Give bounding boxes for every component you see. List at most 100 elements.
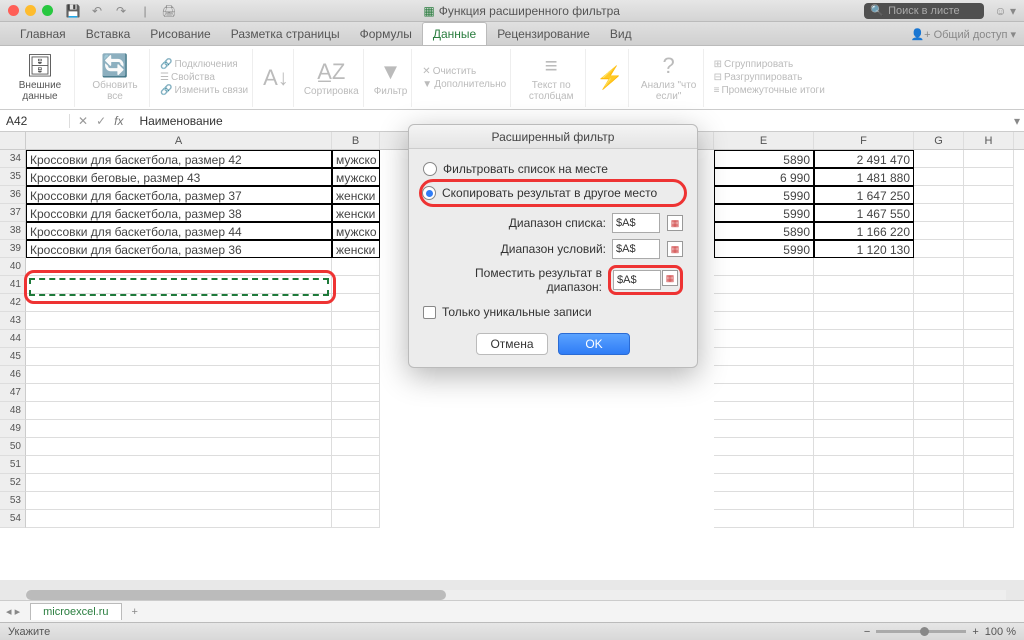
copy-to-input[interactable]: $A$: [613, 270, 661, 290]
tab-formulas[interactable]: Формулы: [350, 23, 422, 45]
tab-data[interactable]: Данные: [422, 22, 487, 45]
table-row[interactable]: 50: [0, 438, 1024, 456]
list-range-input[interactable]: $A$: [612, 213, 660, 233]
cell[interactable]: [914, 438, 964, 456]
cell[interactable]: женски: [332, 240, 380, 258]
horizontal-scrollbar[interactable]: [26, 590, 1006, 600]
fx-cancel-icon[interactable]: ✕: [78, 114, 88, 128]
feedback-icon[interactable]: ☺ ▾: [994, 4, 1016, 18]
cell[interactable]: 5890: [714, 222, 814, 240]
criteria-range-picker-icon[interactable]: ▦: [667, 241, 683, 257]
cell[interactable]: [814, 312, 914, 330]
col-A[interactable]: A: [26, 132, 332, 149]
add-sheet-button[interactable]: +: [126, 604, 144, 620]
subtotal-item[interactable]: ≡ Промежуточные итоги: [714, 85, 825, 96]
cell[interactable]: [714, 258, 814, 276]
cell[interactable]: [814, 492, 914, 510]
cell[interactable]: Кроссовки для баскетбола, размер 37: [26, 186, 332, 204]
zoom-out-icon[interactable]: −: [864, 626, 870, 638]
share-button[interactable]: 👤+ Общий доступ ▾: [910, 28, 1016, 45]
table-row[interactable]: 46: [0, 366, 1024, 384]
cell[interactable]: Кроссовки для баскетбола, размер 44: [26, 222, 332, 240]
cell[interactable]: [714, 438, 814, 456]
tab-view[interactable]: Вид: [600, 23, 642, 45]
cell[interactable]: [714, 384, 814, 402]
cell[interactable]: [814, 366, 914, 384]
tab-page-layout[interactable]: Разметка страницы: [221, 23, 350, 45]
cell[interactable]: [714, 474, 814, 492]
cell[interactable]: [964, 366, 1014, 384]
cell[interactable]: [814, 456, 914, 474]
cell[interactable]: [714, 420, 814, 438]
cell[interactable]: [814, 258, 914, 276]
cell[interactable]: [914, 258, 964, 276]
cell[interactable]: [964, 186, 1014, 204]
cell[interactable]: мужско: [332, 222, 380, 240]
cell[interactable]: [964, 222, 1014, 240]
ribbon-sort-btn1[interactable]: A↓: [259, 49, 294, 107]
cell[interactable]: [964, 438, 1014, 456]
cell[interactable]: [332, 330, 380, 348]
radio-filter-inplace[interactable]: Фильтровать список на месте: [423, 162, 683, 176]
cell[interactable]: [964, 204, 1014, 222]
cell[interactable]: [914, 330, 964, 348]
cell[interactable]: [26, 474, 332, 492]
cell[interactable]: 5990: [714, 204, 814, 222]
cell[interactable]: [964, 150, 1014, 168]
cell[interactable]: женски: [332, 186, 380, 204]
tab-review[interactable]: Рецензирование: [487, 23, 600, 45]
cell[interactable]: 1 120 130: [814, 240, 914, 258]
group-item[interactable]: ⊞ Сгруппировать: [714, 59, 794, 70]
cell[interactable]: 5990: [714, 186, 814, 204]
col-F[interactable]: F: [814, 132, 914, 149]
row-header[interactable]: 36: [0, 186, 26, 204]
cell[interactable]: [26, 348, 332, 366]
cell[interactable]: [914, 240, 964, 258]
cell[interactable]: [714, 348, 814, 366]
row-header[interactable]: 39: [0, 240, 26, 258]
cell[interactable]: [914, 276, 964, 294]
cell[interactable]: [714, 276, 814, 294]
cell[interactable]: [332, 492, 380, 510]
cell[interactable]: [914, 294, 964, 312]
cell[interactable]: 5990: [714, 240, 814, 258]
formula-expand-icon[interactable]: ▾: [1010, 114, 1024, 128]
cell[interactable]: [26, 456, 332, 474]
sheet-nav[interactable]: ◂ ▸: [0, 605, 26, 618]
row-header[interactable]: 44: [0, 330, 26, 348]
ribbon-data-tools[interactable]: ⚡: [592, 49, 628, 107]
table-row[interactable]: 53: [0, 492, 1024, 510]
cell[interactable]: [964, 384, 1014, 402]
row-header[interactable]: 35: [0, 168, 26, 186]
cell[interactable]: [914, 492, 964, 510]
cell[interactable]: [26, 312, 332, 330]
minimize-icon[interactable]: [25, 5, 36, 16]
ok-button[interactable]: OK: [558, 333, 630, 355]
cell[interactable]: [26, 510, 332, 528]
cell[interactable]: [714, 294, 814, 312]
cell[interactable]: [814, 348, 914, 366]
table-row[interactable]: 49: [0, 420, 1024, 438]
copy-to-picker-icon[interactable]: ▦: [662, 270, 678, 286]
col-B[interactable]: B: [332, 132, 380, 149]
table-row[interactable]: 52: [0, 474, 1024, 492]
cell[interactable]: [914, 366, 964, 384]
table-row[interactable]: 48: [0, 402, 1024, 420]
cell[interactable]: [964, 510, 1014, 528]
clear-filter-item[interactable]: ✕ Очистить: [422, 66, 476, 77]
connections-item[interactable]: 🔗 Подключения: [160, 59, 238, 70]
zoom-level[interactable]: 100 %: [985, 626, 1016, 638]
cell[interactable]: [714, 492, 814, 510]
ribbon-whatif[interactable]: ?Анализ "что если": [635, 49, 704, 107]
cell[interactable]: [714, 456, 814, 474]
cell[interactable]: 2 491 470: [814, 150, 914, 168]
row-header[interactable]: 40: [0, 258, 26, 276]
row-header[interactable]: 54: [0, 510, 26, 528]
cell[interactable]: [332, 348, 380, 366]
cell[interactable]: [26, 294, 332, 312]
cell[interactable]: [814, 330, 914, 348]
edit-links-item[interactable]: 🔗 Изменить связи: [160, 85, 248, 96]
cell[interactable]: [914, 186, 964, 204]
name-box[interactable]: A42: [0, 114, 70, 128]
col-H[interactable]: H: [964, 132, 1014, 149]
